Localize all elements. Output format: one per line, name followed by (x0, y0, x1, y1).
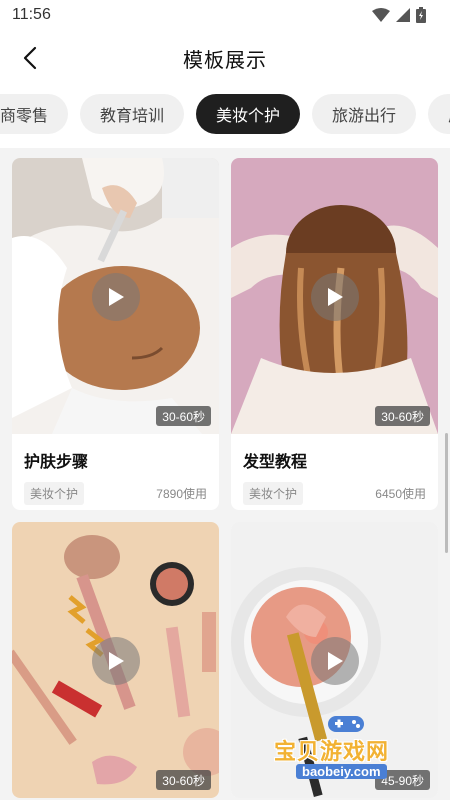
tab-education[interactable]: 教育培训 (80, 94, 185, 134)
category-tag: 美妆个护 (243, 482, 304, 505)
template-card[interactable]: 30-60秒 (12, 522, 219, 798)
category-tag: 美妆个护 (24, 482, 85, 505)
usage-count: 7890使用 (156, 487, 207, 501)
card-title: 护肤步骤 (24, 454, 89, 471)
back-button[interactable] (10, 38, 50, 78)
tab-real-estate[interactable]: 房 (428, 94, 450, 134)
page-title: 模板展示 (183, 49, 267, 72)
watermark-domain: baobeiy.com (296, 764, 387, 779)
play-button[interactable] (311, 273, 359, 321)
play-button[interactable] (92, 637, 140, 685)
category-tabs: 商零售 教育培训 美妆个护 旅游出行 房 (0, 94, 450, 138)
play-icon (328, 652, 343, 670)
status-bar: 11:56 (0, 0, 450, 30)
back-arrow-icon (23, 46, 37, 70)
template-card[interactable]: 30-60秒 发型教程 美妆个护 6450使用 (231, 158, 438, 510)
play-button[interactable] (311, 637, 359, 685)
play-icon (328, 288, 343, 306)
scrollbar[interactable] (445, 433, 448, 553)
play-icon (109, 652, 124, 670)
usage-count: 6450使用 (375, 487, 426, 501)
card-title: 发型教程 (243, 454, 308, 471)
duration-badge: 30-60秒 (156, 406, 211, 426)
status-icons (372, 7, 426, 23)
watermark-text: 宝贝游戏网 (274, 740, 390, 765)
tab-retail[interactable]: 商零售 (0, 94, 69, 134)
duration-badge: 30-60秒 (375, 406, 430, 426)
wifi-icon (372, 8, 390, 22)
battery-icon (416, 7, 426, 23)
template-grid: 30-60秒 护肤步骤 美妆个护 7890使用 30-60秒 发型教程 美妆个护… (0, 148, 450, 800)
tab-beauty[interactable]: 美妆个护 (196, 94, 301, 134)
watermark: 宝贝游戏网 baobeiy.com (274, 712, 430, 782)
tab-travel[interactable]: 旅游出行 (312, 94, 417, 134)
video-thumbnail[interactable]: 30-60秒 (12, 158, 219, 434)
header: 模板展示 (0, 30, 450, 86)
video-thumbnail[interactable]: 30-60秒 (231, 158, 438, 434)
play-button[interactable] (92, 273, 140, 321)
status-time: 11:56 (12, 6, 51, 23)
video-thumbnail[interactable]: 30-60秒 (12, 522, 219, 798)
play-icon (109, 288, 124, 306)
signal-icon (396, 8, 410, 22)
gamepad-icon (328, 716, 364, 732)
duration-badge: 30-60秒 (156, 770, 211, 790)
template-card[interactable]: 30-60秒 护肤步骤 美妆个护 7890使用 (12, 158, 219, 510)
